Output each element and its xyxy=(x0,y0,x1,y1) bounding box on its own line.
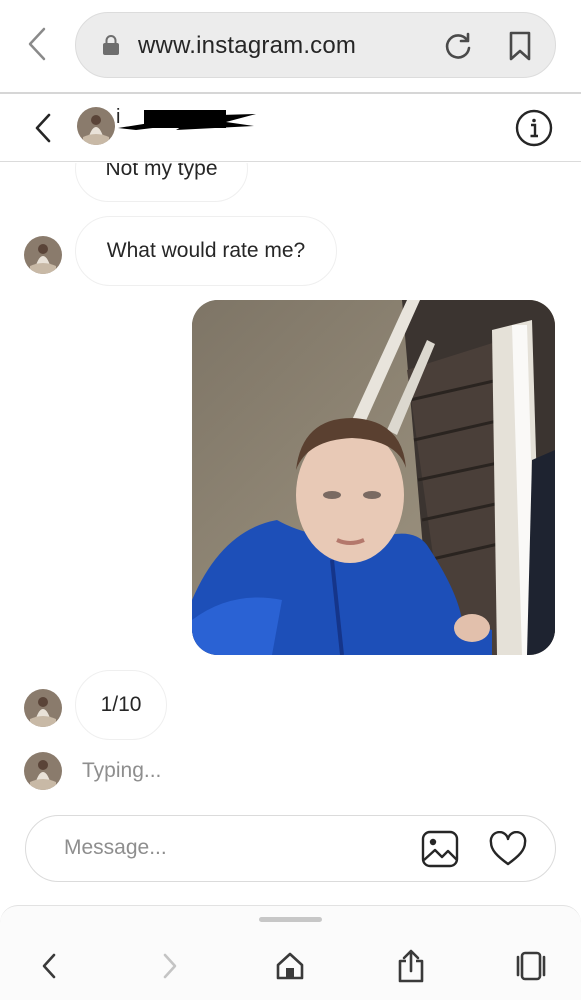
avatar-photo xyxy=(77,107,115,145)
avatar-photo xyxy=(24,752,62,790)
image-icon[interactable] xyxy=(421,830,459,868)
bookmark-icon[interactable] xyxy=(508,31,532,61)
browser-back-button[interactable] xyxy=(22,26,52,62)
back-icon xyxy=(42,953,56,979)
message-text: 1/10 xyxy=(100,693,142,716)
toolbar-share-button[interactable] xyxy=(393,948,429,984)
chevron-left-icon xyxy=(35,113,51,143)
forward-icon xyxy=(163,953,177,979)
message-bubble[interactable]: 1/10 xyxy=(75,670,167,740)
contact-avatar[interactable] xyxy=(77,107,115,145)
sender-avatar xyxy=(24,689,62,727)
chat-header: i xyxy=(0,94,581,162)
heart-icon[interactable] xyxy=(489,831,527,867)
chevron-left-icon xyxy=(28,27,46,61)
message-input[interactable]: Message... xyxy=(64,836,167,860)
browser-url-area: www.instagram.com xyxy=(0,0,581,92)
lock-icon xyxy=(103,35,119,55)
url-text: www.instagram.com xyxy=(138,32,357,59)
toolbar-tabs-button[interactable] xyxy=(513,948,549,984)
selfie-photo xyxy=(192,300,555,655)
toolbar-back-button[interactable] xyxy=(31,948,67,984)
message-composer[interactable]: Message... xyxy=(25,815,556,882)
chat-back-button[interactable] xyxy=(28,110,58,146)
avatar-photo xyxy=(24,689,62,727)
browser-toolbar xyxy=(0,905,581,1000)
avatar-photo xyxy=(24,236,62,274)
typing-avatar xyxy=(24,752,62,790)
sheet-handle[interactable] xyxy=(259,917,322,922)
typing-indicator: Typing... xyxy=(82,759,162,782)
tabs-icon xyxy=(516,951,546,981)
message-text: What would rate me? xyxy=(106,239,306,262)
toolbar-home-button[interactable] xyxy=(272,948,308,984)
photo-message[interactable] xyxy=(192,300,555,655)
reload-icon[interactable] xyxy=(443,31,473,61)
redaction-scribble xyxy=(118,110,256,130)
toolbar-forward-button[interactable] xyxy=(152,948,188,984)
message-bubble[interactable]: What would rate me? xyxy=(75,216,337,286)
home-icon xyxy=(276,952,304,980)
sender-avatar xyxy=(24,236,62,274)
address-bar[interactable]: www.instagram.com xyxy=(75,12,556,78)
info-icon[interactable] xyxy=(515,109,553,147)
share-icon xyxy=(398,949,424,983)
